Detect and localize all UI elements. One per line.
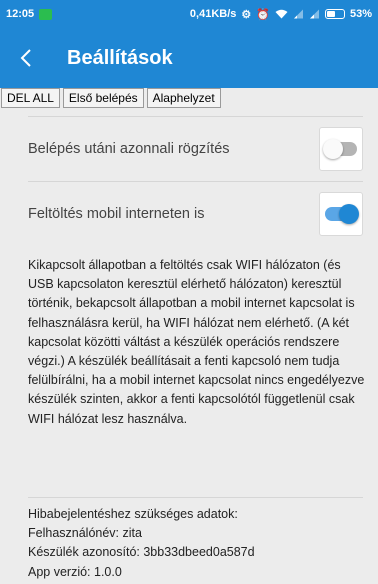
gallery-notification-icon: [39, 8, 53, 20]
battery-percent: 53%: [349, 8, 372, 20]
network-speed: 0,41KB/s: [189, 8, 237, 20]
mobile-upload-toggle[interactable]: [319, 192, 363, 236]
setting-row-mobile-upload: Feltöltés mobil interneten is: [28, 182, 363, 246]
signal-1-icon: [293, 9, 303, 19]
page-title: Beállítások: [67, 46, 173, 69]
debug-info: Hibabejelentéshez szükséges adatok: Felh…: [28, 505, 368, 582]
divider: [28, 497, 363, 498]
toggle-switch-off: [323, 139, 357, 159]
app-version-info: App verzió: 1.0.0: [28, 564, 122, 579]
setting-label-mobile-upload: Feltöltés mobil interneten is: [28, 206, 205, 222]
setting-row-auto-record: Belépés utáni azonnali rögzítés: [28, 116, 363, 182]
status-time: 12:05: [6, 8, 35, 20]
back-button[interactable]: [0, 28, 52, 88]
debug-heading: Hibabejelentéshez szükséges adatok:: [28, 507, 238, 521]
setting-label-auto-record: Belépés utáni azonnali rögzítés: [28, 141, 230, 157]
setting-description: Kikapcsolt állapotban a feltöltés csak W…: [28, 258, 365, 426]
battery-icon: [324, 9, 345, 19]
device-id-info: Készülék azonosító: 3bb33dbeed0a587d: [28, 545, 255, 560]
wifi-icon: [275, 9, 288, 19]
status-right: 0,41KB/s ⚙ ⏰ 53%: [190, 8, 372, 21]
alarm-icon: ⏰: [256, 8, 270, 21]
toggle-switch-on: [325, 204, 359, 224]
first-login-button[interactable]: Első belépés: [62, 88, 144, 108]
reset-button[interactable]: Alaphelyzet: [146, 88, 221, 108]
app-bar: Beállítások: [0, 28, 378, 88]
data-saver-icon: ⚙: [241, 8, 252, 21]
chevron-left-icon: [20, 49, 31, 67]
del-all-button[interactable]: DEL ALL: [1, 88, 60, 108]
auto-record-toggle[interactable]: [319, 127, 363, 171]
status-bar: 12:05 0,41KB/s ⚙ ⏰ 53%: [0, 0, 378, 28]
username-info: Felhasználónév: zita: [28, 526, 142, 541]
signal-2-icon: [309, 9, 319, 19]
action-buttons: DEL ALL Első belépés Alaphelyzet: [0, 88, 378, 110]
